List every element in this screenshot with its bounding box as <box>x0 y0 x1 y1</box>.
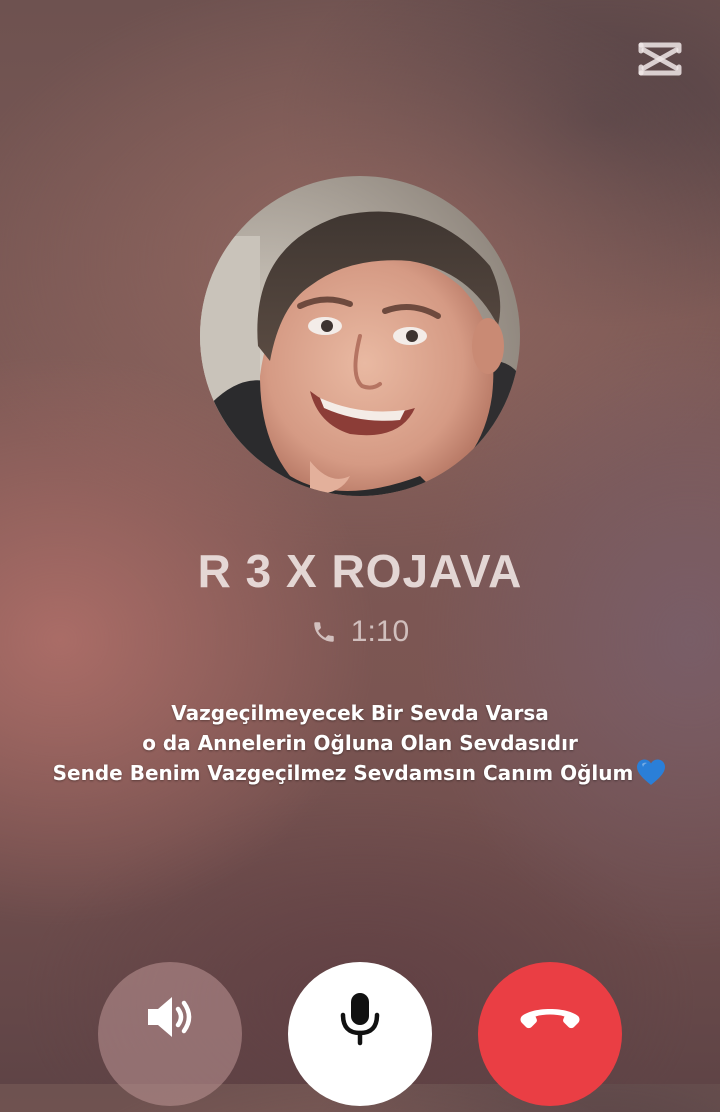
caption-line-text: Sende Benim Vazgeçilmez Sevdamsın Canım … <box>52 761 634 785</box>
contact-avatar <box>200 176 520 496</box>
caption-line: Sende Benim Vazgeçilmez Sevdamsın Canım … <box>0 758 720 788</box>
phone-icon <box>314 622 334 642</box>
end-call-button[interactable] <box>478 962 622 1106</box>
caption-line: o da Annelerin Oğluna Olan Sevdasıdır <box>142 731 578 755</box>
call-status: 1:10 <box>260 612 460 652</box>
caption-text: Vazgeçilmeyecek Bir Sevda Varsa o da Ann… <box>0 698 720 788</box>
speaker-icon <box>148 997 192 1037</box>
contact-photo <box>200 176 520 496</box>
speaker-button[interactable] <box>98 962 242 1106</box>
mute-button[interactable] <box>288 962 432 1106</box>
call-controls <box>0 962 720 1112</box>
capcut-logo-icon <box>636 40 684 78</box>
microphone-icon <box>340 993 380 1046</box>
caller-name: R 3 X ROJAVA <box>197 545 523 597</box>
call-duration: 1:10 <box>350 615 410 648</box>
caption-line: Vazgeçilmeyecek Bir Sevda Varsa <box>171 701 549 725</box>
end-call-icon <box>520 1009 580 1029</box>
blue-heart-icon <box>637 759 666 785</box>
